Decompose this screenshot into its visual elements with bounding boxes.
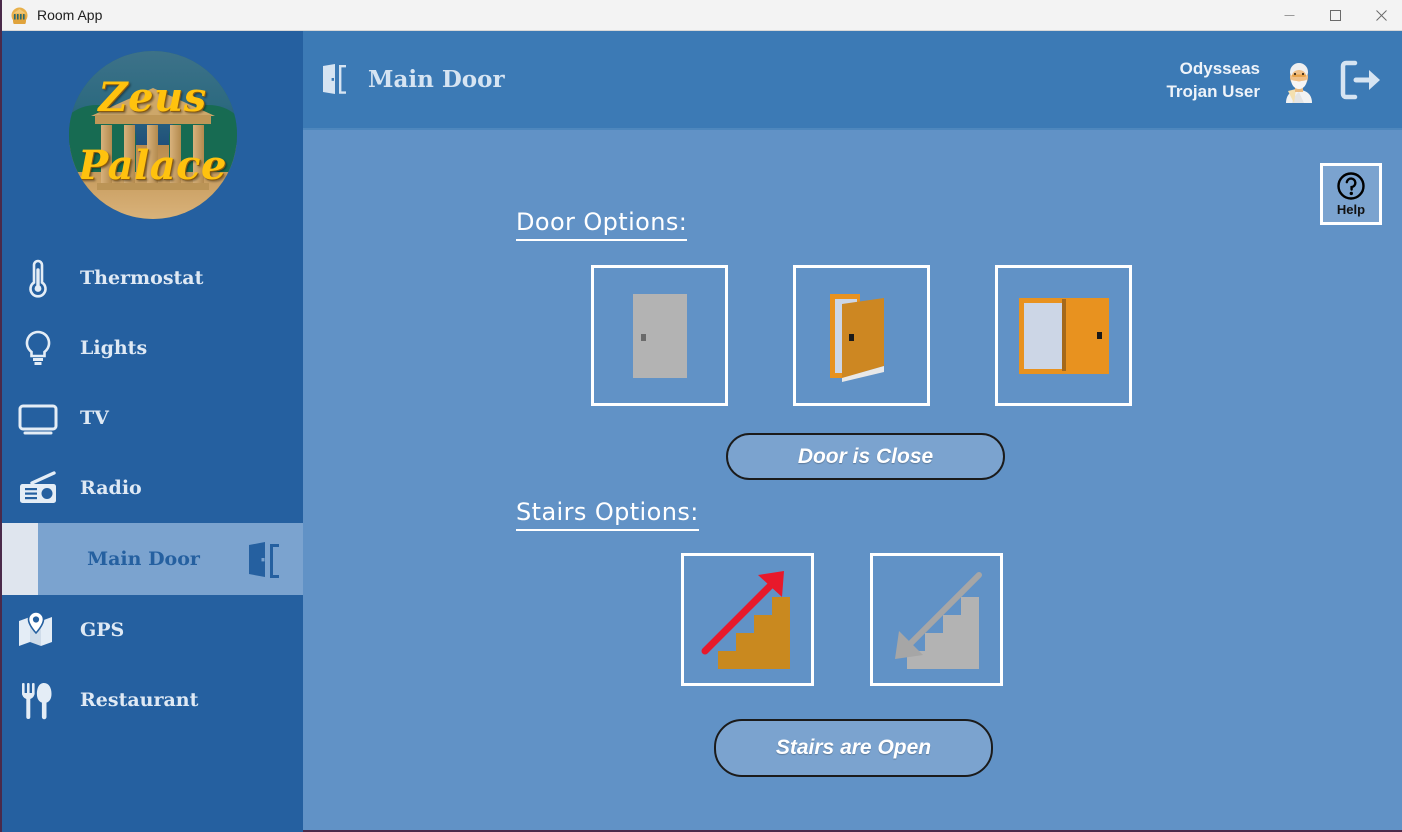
logo-line-1: Zeus bbox=[98, 74, 207, 121]
television-icon bbox=[16, 396, 60, 440]
stairs-options-row bbox=[681, 553, 1003, 686]
thermometer-icon bbox=[16, 256, 60, 300]
door-status-button[interactable]: Door is Close bbox=[726, 433, 1005, 480]
door-ajar-option[interactable] bbox=[793, 265, 930, 406]
app-window: Room App Zeus Palace Thermostat Lights T… bbox=[0, 0, 1402, 832]
page-header: Main Door Odysseas Trojan User bbox=[303, 31, 1402, 130]
minimize-button[interactable] bbox=[1266, 0, 1312, 31]
question-mark-circle-icon bbox=[1336, 171, 1366, 201]
sidebar-item-label: Restaurant bbox=[80, 689, 199, 711]
door-options-label: Door Options: bbox=[516, 208, 688, 241]
sidebar-item-main-door[interactable]: Main Door bbox=[2, 523, 303, 595]
sidebar-item-restaurant[interactable]: Restaurant bbox=[2, 665, 303, 735]
page-title: Main Door bbox=[368, 66, 505, 93]
help-label: Help bbox=[1336, 202, 1366, 217]
sidebar-item-label: GPS bbox=[80, 619, 125, 641]
sidebar-item-gps[interactable]: GPS bbox=[2, 595, 303, 665]
sidebar-logo: Zeus Palace bbox=[2, 31, 303, 239]
help-button[interactable]: Help bbox=[1320, 163, 1382, 225]
sidebar: Zeus Palace Thermostat Lights TV Radio M… bbox=[2, 31, 303, 832]
logo-wordmark: Zeus Palace bbox=[69, 51, 237, 219]
zeus-palace-logo-icon bbox=[11, 7, 28, 27]
stairs-up-arrow-icon bbox=[696, 565, 800, 675]
stairs-down-option[interactable] bbox=[870, 553, 1003, 686]
main-content: Help Door Options: Door is Close Stairs … bbox=[303, 130, 1402, 830]
window-title: Room App bbox=[37, 7, 103, 23]
sidebar-item-label: Lights bbox=[80, 337, 148, 359]
radio-icon bbox=[16, 466, 60, 510]
sidebar-item-thermostat[interactable]: Thermostat bbox=[2, 243, 303, 313]
door-options-row bbox=[591, 265, 1132, 406]
door-open-option[interactable] bbox=[995, 265, 1132, 406]
sidebar-item-label: TV bbox=[80, 407, 109, 429]
sidebar-nav: Thermostat Lights TV Radio Main Door GPS… bbox=[2, 239, 303, 735]
door-icon bbox=[322, 63, 352, 96]
door-ajar-icon bbox=[824, 288, 900, 384]
logout-icon[interactable] bbox=[1338, 59, 1384, 101]
lightbulb-icon bbox=[16, 326, 60, 370]
door-open-icon bbox=[1015, 294, 1113, 378]
stairs-status-button[interactable]: Stairs are Open bbox=[714, 719, 993, 777]
door-closed-option[interactable] bbox=[591, 265, 728, 406]
window-controls bbox=[1266, 0, 1402, 31]
user-info: Odysseas Trojan User bbox=[1166, 57, 1260, 103]
logo-line-2: Palace bbox=[78, 142, 227, 189]
maximize-button[interactable] bbox=[1312, 0, 1358, 31]
window-titlebar: Room App bbox=[2, 0, 1402, 31]
user-second-line: Trojan User bbox=[1166, 81, 1260, 101]
sidebar-item-label: Radio bbox=[80, 477, 142, 499]
header-user-group: Odysseas Trojan User bbox=[1166, 56, 1402, 103]
map-pin-icon bbox=[16, 608, 60, 652]
sidebar-item-label: Main Door bbox=[87, 548, 200, 570]
door-closed-icon bbox=[625, 291, 695, 381]
stairs-options-label: Stairs Options: bbox=[516, 498, 699, 531]
sidebar-item-lights[interactable]: Lights bbox=[2, 313, 303, 383]
sidebar-item-radio[interactable]: Radio bbox=[2, 453, 303, 523]
greek-temple-logo: Zeus Palace bbox=[68, 51, 237, 219]
cutlery-icon bbox=[16, 678, 60, 722]
header-title-group: Main Door bbox=[303, 63, 505, 96]
stairs-up-option[interactable] bbox=[681, 553, 814, 686]
close-button[interactable] bbox=[1358, 0, 1402, 31]
sidebar-item-label: Thermostat bbox=[80, 267, 204, 289]
titlebar-left-group: Room App bbox=[2, 7, 103, 27]
avatar[interactable] bbox=[1276, 56, 1322, 103]
door-icon bbox=[243, 537, 287, 581]
sidebar-item-tv[interactable]: TV bbox=[2, 383, 303, 453]
stairs-down-arrow-icon bbox=[885, 565, 989, 675]
user-first-line: Odysseas bbox=[1179, 58, 1260, 78]
